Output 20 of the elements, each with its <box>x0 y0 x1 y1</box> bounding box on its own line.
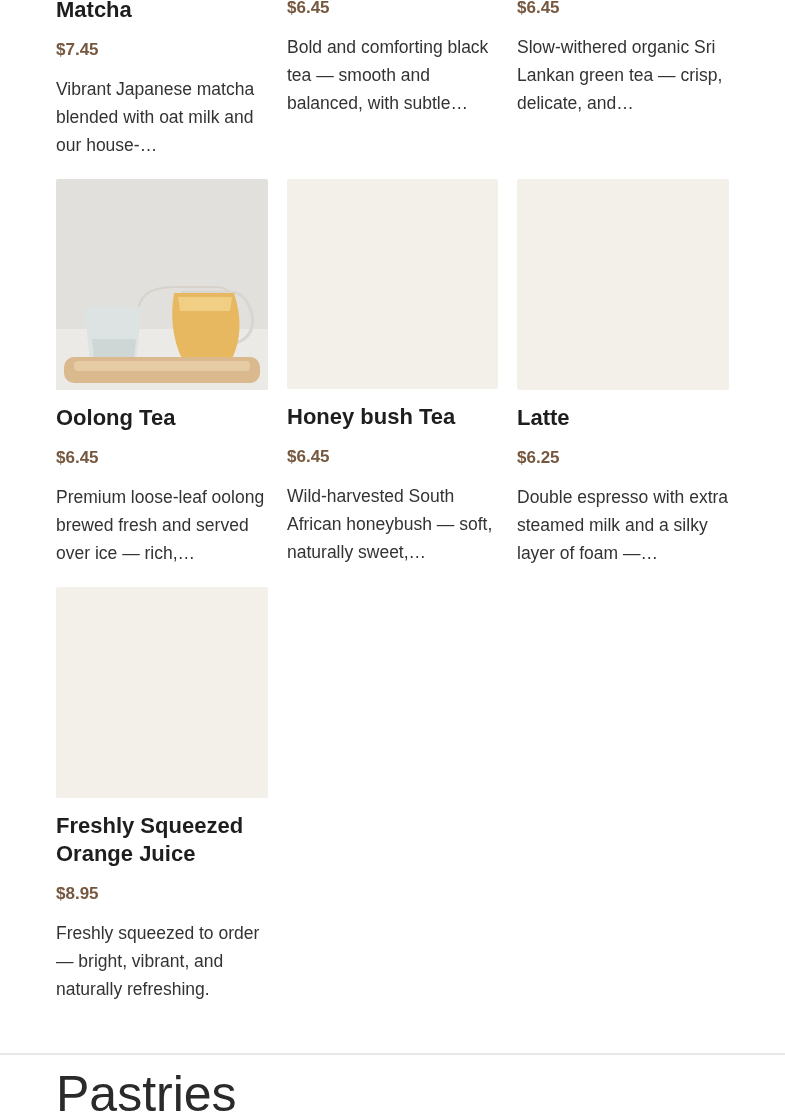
item-description: Wild-harvested South African honeybush — soft, naturally sweet,… <box>287 485 494 564</box>
item-description: Double espresso with extra steamed milk and a silky layer of foam —… <box>517 486 729 565</box>
item-description: Premium loose-leaf oolong brewed fresh and served over ice — rich,… <box>56 486 266 565</box>
item-title: Matcha <box>56 0 133 24</box>
item-price: $6.25 <box>517 447 561 469</box>
item-price: $7.45 <box>56 39 100 61</box>
item-title: Oolong Tea <box>56 404 177 432</box>
item-price: $6.45 <box>287 446 331 468</box>
item-description: Vibrant Japanese matcha blended with oat milk and our house-… <box>56 78 256 157</box>
item-price: $6.45 <box>517 0 561 19</box>
item-description: Bold and comforting black tea — smooth and balanced, with subtle… <box>287 36 490 115</box>
item-title: Honey bush Tea <box>287 403 457 431</box>
item-description: Slow-withered organic Sri Lankan green tea — crisp, delicate, and… <box>517 36 724 115</box>
item-price: $6.45 <box>56 447 100 469</box>
item-title: Freshly Squeezed Orange Juice <box>56 812 245 868</box>
section-heading: Pastries <box>56 1065 238 1114</box>
item-description: Freshly squeezed to order — bright, vibrant, and naturally refreshing. <box>56 922 261 1001</box>
item-price: $8.95 <box>56 883 100 905</box>
item-title: Latte <box>517 404 571 432</box>
item-price: $6.45 <box>287 0 331 19</box>
